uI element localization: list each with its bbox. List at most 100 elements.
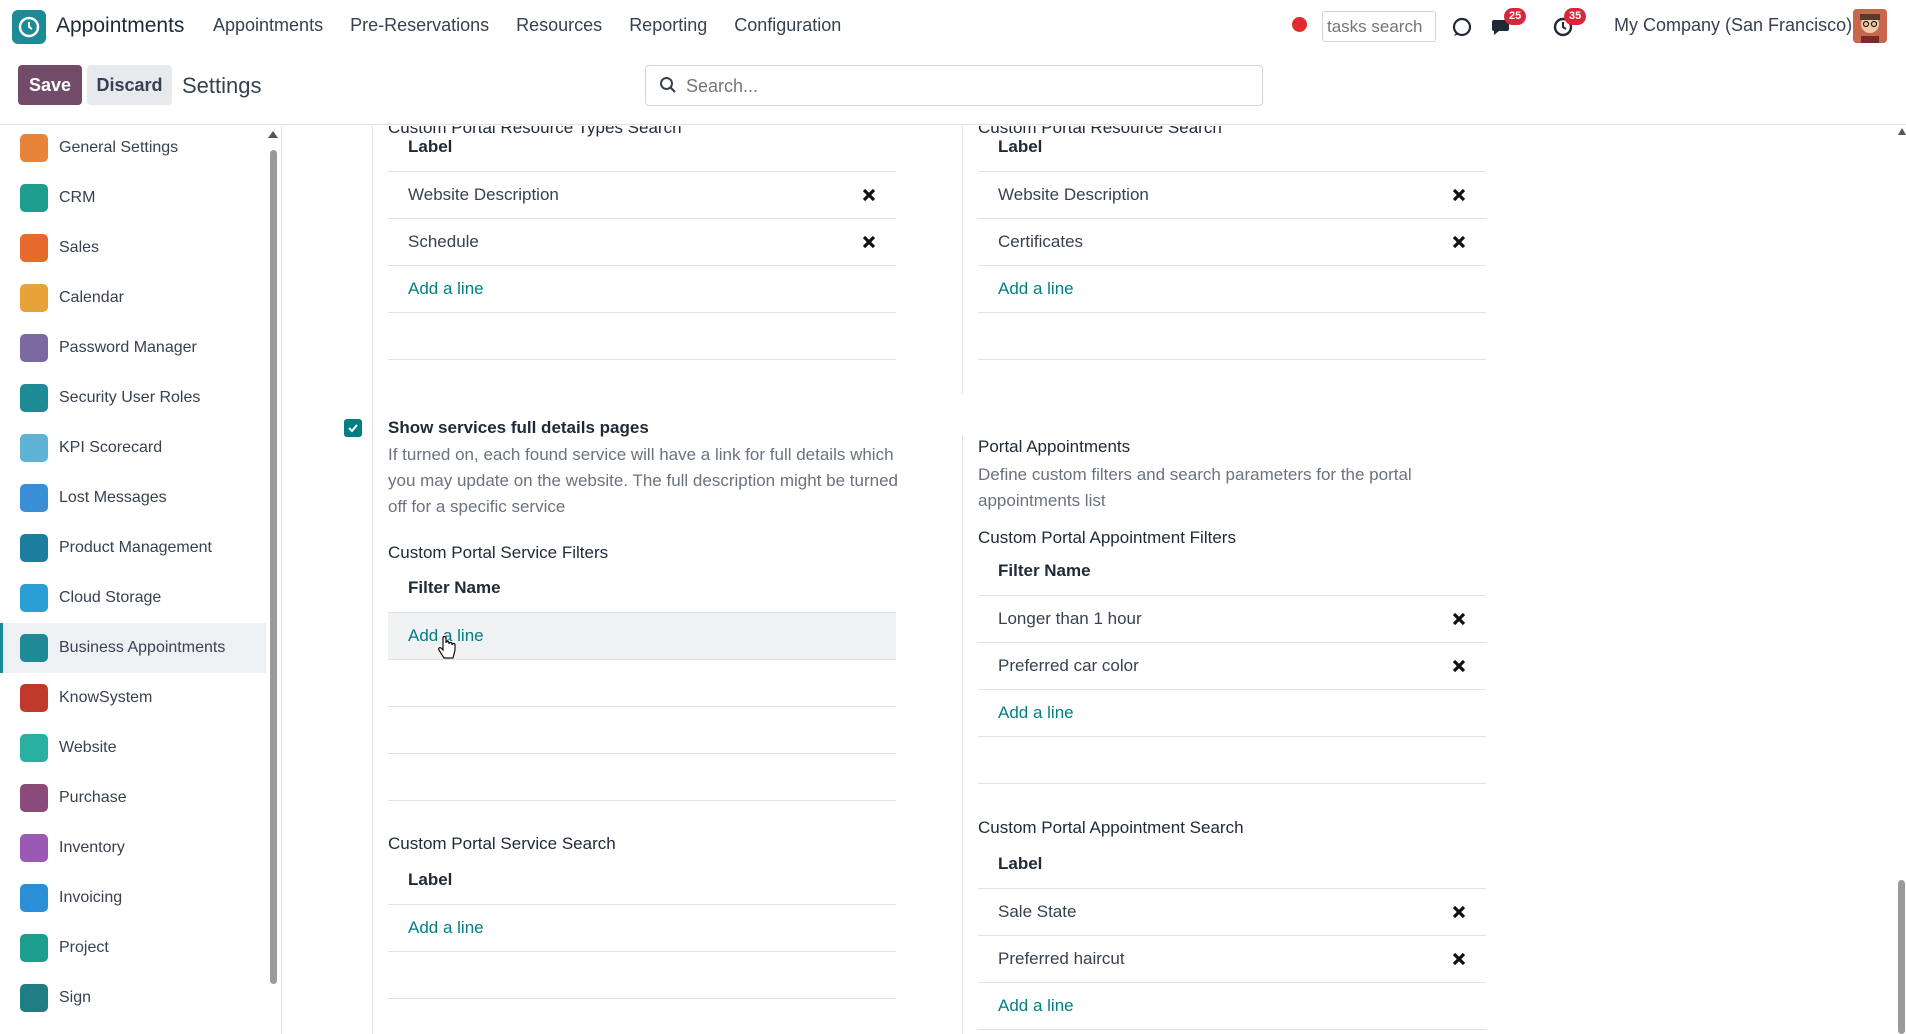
sidebar-scrollbar[interactable] [270, 150, 277, 984]
show-services-checkbox[interactable] [344, 419, 362, 437]
empty-row [388, 313, 896, 360]
table-row[interactable]: Schedule [388, 219, 896, 266]
sidebar-item-label: Cloud Storage [59, 589, 162, 606]
row-label[interactable]: Certificates [998, 232, 1083, 252]
delete-icon[interactable] [1450, 657, 1468, 675]
discard-button[interactable]: Discard [87, 65, 172, 105]
add-line-link[interactable]: Add a line [998, 279, 1074, 299]
row-label[interactable]: Sale State [998, 902, 1076, 922]
sidebar-item-business-appointments[interactable]: Business Appointments [0, 623, 266, 673]
sidebar-item-security-user-roles[interactable]: Security User Roles [0, 373, 266, 423]
activities-clock-icon[interactable]: 35 [1548, 8, 1587, 42]
sidebar-item-product-management[interactable]: Product Management [0, 523, 266, 573]
messages-icon[interactable]: 25 [1488, 8, 1527, 42]
delete-icon[interactable] [1450, 950, 1468, 968]
delete-icon[interactable] [860, 186, 878, 204]
app-name[interactable]: Appointments [56, 14, 184, 38]
add-line-link[interactable]: Add a line [408, 279, 484, 299]
row-label[interactable]: Website Description [998, 185, 1149, 205]
delete-icon[interactable] [1450, 233, 1468, 251]
sidebar-item-lost-messages[interactable]: Lost Messages [0, 473, 266, 523]
sidebar-item-password-manager[interactable]: Password Manager [0, 323, 266, 373]
delete-icon[interactable] [1450, 903, 1468, 921]
sidebar-item-sales[interactable]: Sales [0, 223, 266, 273]
empty-row [978, 737, 1486, 784]
sidebar-item-label: CRM [59, 189, 96, 206]
row-label[interactable]: Preferred haircut [998, 949, 1125, 969]
delete-icon[interactable] [1450, 610, 1468, 628]
add-line-row[interactable]: Add a line [978, 983, 1486, 1030]
sidebar-scroll-up-arrow[interactable] [268, 131, 278, 138]
row-label[interactable]: Longer than 1 hour [998, 609, 1142, 629]
sidebar-item-label: Password Manager [59, 339, 197, 356]
sidebar-item-label: KPI Scorecard [59, 439, 163, 456]
settings-content: Custom Portal Resource Types Search Labe… [282, 126, 1906, 1034]
right-column-divider-bottom [962, 436, 963, 1034]
sidebar-item-inventory[interactable]: Inventory [0, 823, 266, 873]
main-scroll-up-arrow[interactable] [1898, 128, 1906, 135]
row-label[interactable]: Schedule [408, 232, 479, 252]
empty-row [388, 660, 896, 707]
search-input[interactable] [686, 73, 1246, 99]
menu-reporting[interactable]: Reporting [629, 15, 707, 36]
sidebar-item-project[interactable]: Project [0, 923, 266, 973]
company-switcher[interactable]: My Company (San Francisco) [1614, 15, 1852, 36]
sidebar-item-label: Sales [59, 239, 100, 256]
table-header: Label [388, 859, 896, 905]
table-row[interactable]: Preferred car color [978, 643, 1486, 690]
table-row[interactable]: Certificates [978, 219, 1486, 266]
main-scrollbar[interactable] [1898, 880, 1905, 1034]
portal-appointments-description: Define custom filters and search paramet… [978, 465, 1412, 510]
add-line-row[interactable]: Add a line [388, 905, 896, 952]
sidebar-item-kpi-scorecard[interactable]: KPI Scorecard [0, 423, 266, 473]
table-row[interactable]: Website Description [978, 172, 1486, 219]
sidebar-item-knowsystem[interactable]: KnowSystem [0, 673, 266, 723]
menu-pre-reservations[interactable]: Pre-Reservations [350, 15, 489, 36]
left-column-divider [372, 126, 373, 1034]
delete-icon[interactable] [1450, 186, 1468, 204]
add-line-link[interactable]: Add a line [998, 703, 1074, 723]
table-row[interactable]: Website Description [388, 172, 896, 219]
menu-appointments[interactable]: Appointments [213, 15, 323, 36]
delete-icon[interactable] [860, 233, 878, 251]
sidebar-item-label: Product Management [59, 539, 212, 556]
row-label[interactable]: Preferred car color [998, 656, 1139, 676]
sidebar-item-general-settings[interactable]: General Settings [0, 123, 266, 173]
add-line-row[interactable]: Add a line [388, 266, 896, 313]
menu-configuration[interactable]: Configuration [734, 15, 841, 36]
sidebar-item-crm[interactable]: CRM [0, 173, 266, 223]
row-label[interactable]: Website Description [408, 185, 559, 205]
user-avatar[interactable] [1853, 9, 1887, 43]
table-header: Label [978, 843, 1486, 889]
purchase-icon [20, 784, 48, 812]
column-label: Label [408, 870, 453, 889]
menu-resources[interactable]: Resources [516, 15, 602, 36]
appointments-app-icon[interactable] [12, 10, 46, 44]
sidebar-item-label: Security User Roles [59, 389, 201, 406]
sales-icon [20, 234, 48, 262]
discuss-icon[interactable] [1447, 12, 1477, 42]
save-button[interactable]: Save [18, 65, 82, 105]
table-row[interactable]: Sale State [978, 889, 1486, 936]
add-line-link[interactable]: Add a line [998, 996, 1074, 1016]
table-row[interactable]: Longer than 1 hour [978, 596, 1486, 643]
add-line-link[interactable]: Add a line [408, 918, 484, 938]
sidebar-item-calendar[interactable]: Calendar [0, 273, 266, 323]
table-row[interactable]: Preferred haircut [978, 936, 1486, 983]
column-filter-name: Filter Name [408, 578, 501, 597]
tasks-search-input[interactable] [1322, 11, 1436, 42]
column-filter-name: Filter Name [998, 561, 1091, 580]
sidebar-item-website[interactable]: Website [0, 723, 266, 773]
crm-icon [20, 184, 48, 212]
settings-search-box[interactable] [645, 65, 1263, 106]
inventory-icon [20, 834, 48, 862]
sidebar-item-purchase[interactable]: Purchase [0, 773, 266, 823]
sidebar-item-cloud-storage[interactable]: Cloud Storage [0, 573, 266, 623]
sidebar-item-sign[interactable]: Sign [0, 973, 266, 1023]
add-line-row[interactable]: Add a line [978, 266, 1486, 313]
add-line-row[interactable]: Add a line [388, 613, 896, 660]
add-line-row[interactable]: Add a line [978, 690, 1486, 737]
service-search-title: Custom Portal Service Search [388, 834, 616, 853]
column-label: Label [408, 137, 453, 156]
sidebar-item-invoicing[interactable]: Invoicing [0, 873, 266, 923]
